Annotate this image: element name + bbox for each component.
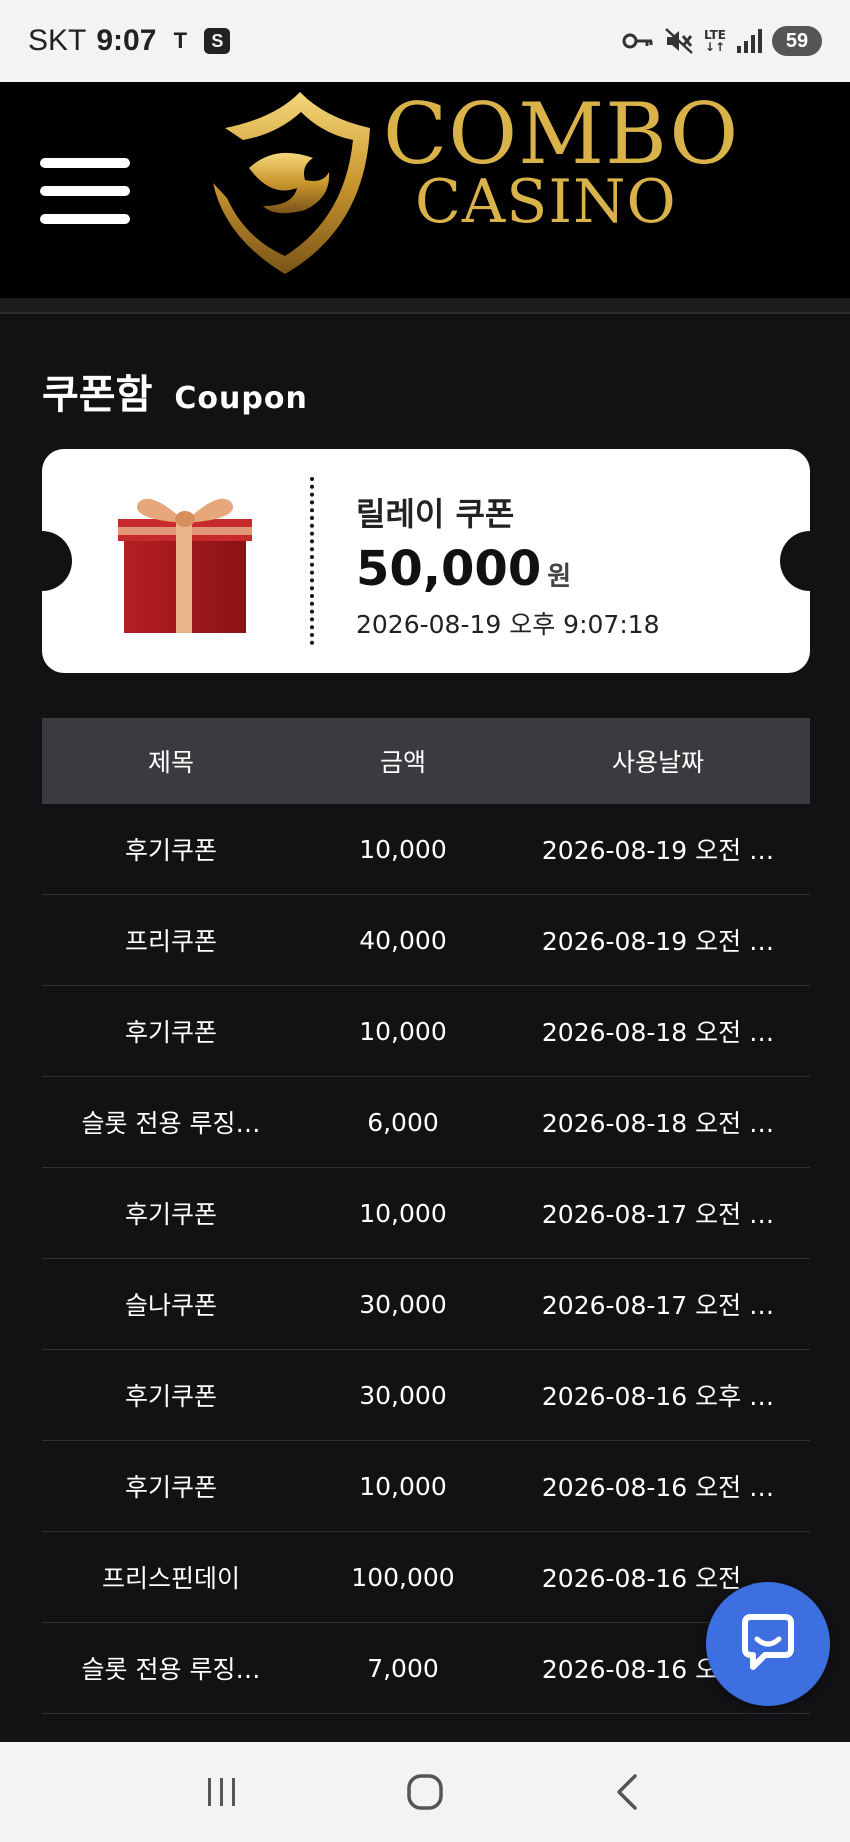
mute-icon <box>665 28 693 54</box>
row-amount: 6,000 <box>367 1107 439 1137</box>
back-icon[interactable] <box>588 1762 668 1822</box>
coupon-amount: 50,000 <box>356 541 542 597</box>
row-amount: 10,000 <box>359 1471 447 1501</box>
page-title: 쿠폰함 Coupon <box>42 362 308 420</box>
carrier-label: SKT <box>28 24 87 57</box>
table-header: 제목 금액 사용날짜 <box>42 718 810 804</box>
row-amount: 40,000 <box>359 925 447 955</box>
gift-box-icon <box>118 498 252 633</box>
row-title: 프리쿠폰 <box>124 927 217 956</box>
coupon-amount-row: 50,000 원 <box>356 541 571 597</box>
row-amount: 7,000 <box>367 1653 439 1683</box>
table-row[interactable]: 프리스핀데이 100,000 2026-08-16 오전 … <box>42 1532 810 1623</box>
header-divider <box>0 298 850 314</box>
row-title: 후기쿠폰 <box>124 1200 217 1229</box>
row-amount: 30,000 <box>359 1289 447 1319</box>
row-date: 2026-08-17 오전 … <box>541 1291 775 1320</box>
row-title: 슬롯 전용 루징… <box>81 1655 261 1684</box>
signal-icon <box>737 29 762 53</box>
row-title: 슬나쿠폰 <box>124 1291 217 1320</box>
key-icon <box>622 33 653 49</box>
coupon-unit: 원 <box>547 562 572 592</box>
row-amount: 30,000 <box>359 1380 447 1410</box>
table-row[interactable]: 슬롯 전용 루징… 6,000 2026-08-18 오전 … <box>42 1077 810 1168</box>
table-row[interactable]: 슬나쿠폰 30,000 2026-08-17 오전 … <box>42 1259 810 1350</box>
hamburger-icon[interactable] <box>40 158 130 224</box>
s-app-icon: S <box>204 28 231 54</box>
battery-icon: 59 <box>772 26 822 56</box>
ticket-notch-right <box>780 531 810 591</box>
row-title: 후기쿠폰 <box>124 836 217 865</box>
page-title-korean: 쿠폰함 <box>42 372 153 418</box>
site-header: COMBO CASINO <box>0 82 850 298</box>
table-row[interactable]: 후기쿠폰 10,000 2026-08-17 오전 … <box>42 1168 810 1259</box>
shield-logo-icon <box>213 92 370 274</box>
clock: 9:07 <box>96 24 157 57</box>
row-date: 2026-08-18 오전 … <box>541 1109 775 1138</box>
column-header-amount: 금액 <box>379 748 426 777</box>
table-row[interactable]: 프리쿠폰 40,000 2026-08-19 오전 … <box>42 895 810 986</box>
column-header-title: 제목 <box>147 748 194 777</box>
column-header-date: 사용날짜 <box>611 748 704 777</box>
row-title: 슬롯 전용 루징… <box>81 1109 261 1138</box>
table-row[interactable]: 슬롯 전용 루징… 7,000 2026-08-16 오전 … <box>42 1623 810 1714</box>
coupon-table: 제목 금액 사용날짜 후기쿠폰 10,000 2026-08-19 오전 … 프… <box>42 718 810 1714</box>
logo-text: COMBO CASINO <box>383 92 739 232</box>
row-date: 2026-08-17 오전 … <box>541 1200 775 1229</box>
ticket-perforation <box>310 477 314 645</box>
row-date: 2026-08-19 오전 … <box>541 836 775 865</box>
row-date: 2026-08-16 오후 … <box>541 1382 775 1411</box>
table-row[interactable]: 후기쿠폰 30,000 2026-08-16 오후 … <box>42 1350 810 1441</box>
live-chat-button[interactable] <box>706 1582 830 1706</box>
logo-line-1: COMBO <box>383 85 740 183</box>
recent-apps-icon[interactable] <box>182 1762 262 1822</box>
row-amount: 10,000 <box>359 1198 447 1228</box>
table-row[interactable]: 후기쿠폰 10,000 2026-08-16 오전 … <box>42 1441 810 1532</box>
coupon-date: 2026-08-19 오후 9:07:18 <box>356 610 660 639</box>
row-title: 후기쿠폰 <box>124 1018 217 1047</box>
table-row[interactable]: 후기쿠폰 10,000 2026-08-19 오전 … <box>42 804 810 895</box>
row-amount: 100,000 <box>351 1562 455 1592</box>
logo[interactable]: COMBO CASINO <box>205 86 738 286</box>
page-title-english: Coupon <box>174 381 308 416</box>
row-amount: 10,000 <box>359 1016 447 1046</box>
row-date: 2026-08-16 오전 … <box>541 1473 775 1502</box>
row-amount: 10,000 <box>359 834 447 864</box>
row-title: 프리스핀데이 <box>101 1564 240 1593</box>
row-title: 후기쿠폰 <box>124 1382 217 1411</box>
row-date: 2026-08-19 오전 … <box>541 927 775 956</box>
chat-bubble-icon <box>742 1614 794 1670</box>
row-title: 후기쿠폰 <box>124 1473 217 1502</box>
status-bar: SKT 9:07 T S LTE ↓↑ 59 <box>0 0 850 82</box>
featured-coupon-card[interactable]: 릴레이 쿠폰 50,000 원 2026-08-19 오후 9:07:18 <box>42 449 810 673</box>
t-app-icon: T <box>173 28 188 53</box>
network-type: LTE ↓↑ <box>703 28 726 54</box>
row-date: 2026-08-18 오전 … <box>541 1018 775 1047</box>
home-icon[interactable] <box>385 1762 465 1822</box>
coupon-name: 릴레이 쿠폰 <box>356 495 515 533</box>
ticket-notch-left <box>42 531 72 591</box>
table-row[interactable]: 후기쿠폰 10,000 2026-08-18 오전 … <box>42 986 810 1077</box>
system-nav-bar <box>0 1742 850 1842</box>
